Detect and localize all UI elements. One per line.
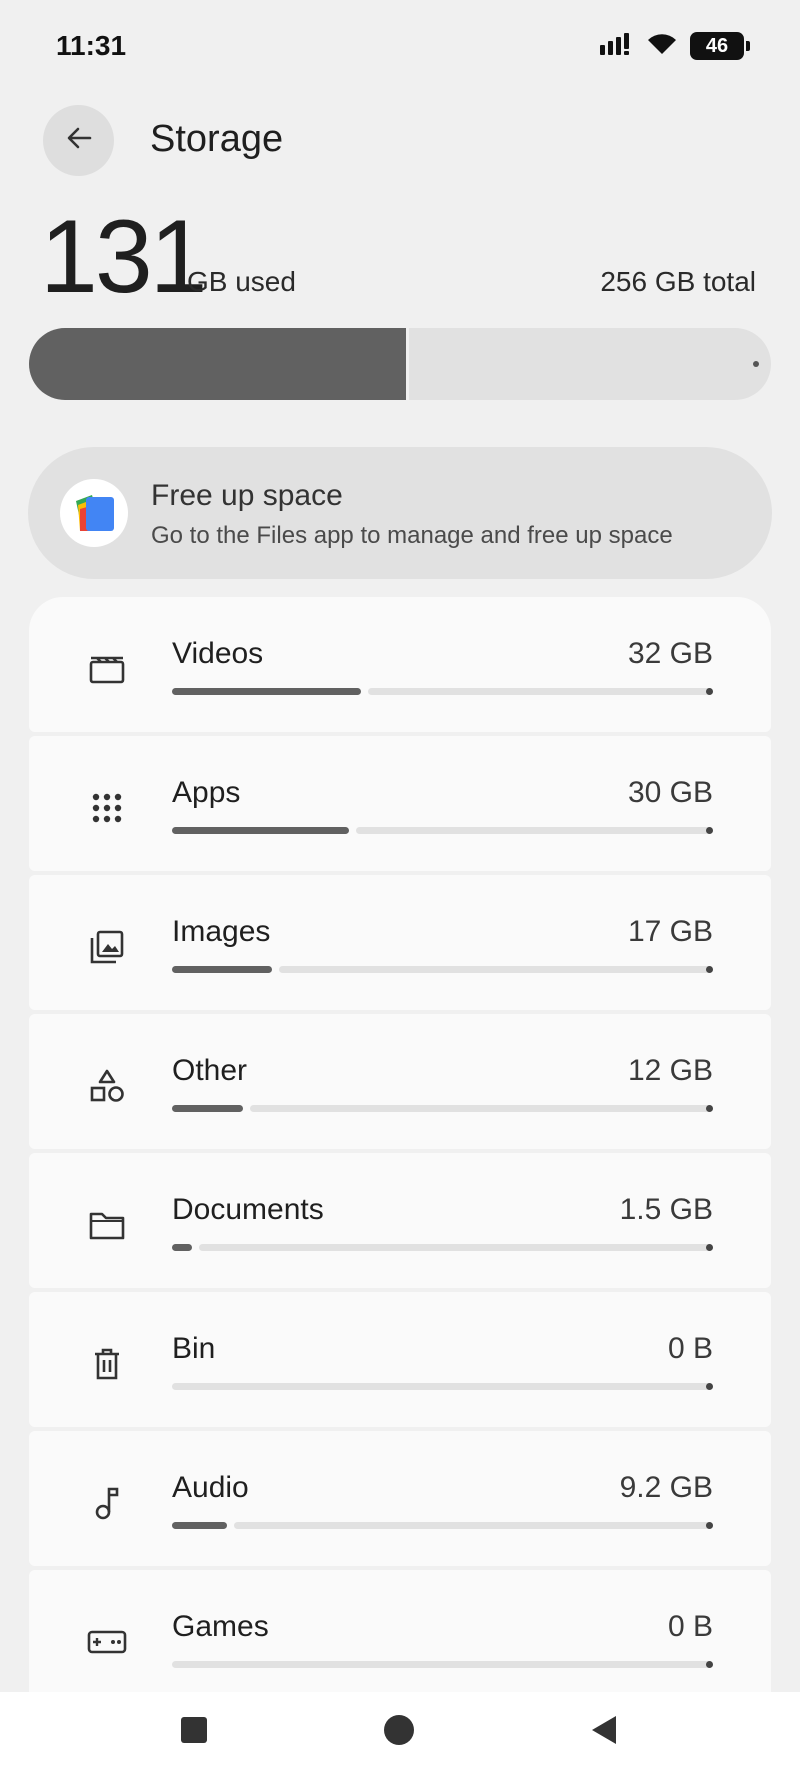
category-name: Bin	[172, 1332, 216, 1365]
folder-icon	[87, 1205, 127, 1245]
category-usage-track	[199, 1244, 713, 1251]
storage-usage-end-dot	[753, 361, 759, 367]
category-usage-end-dot	[706, 966, 713, 973]
category-usage-track	[172, 1661, 713, 1668]
total-label: 256 GB total	[600, 266, 756, 297]
category-usage-end-dot	[706, 1105, 713, 1112]
category-name: Games	[172, 1610, 269, 1643]
category-usage-track	[356, 827, 713, 834]
category-usage-fill	[172, 827, 349, 834]
category-row-videos[interactable]: Videos 32 GB	[29, 597, 771, 732]
wifi-icon	[646, 32, 678, 61]
category-size: 1.5 GB	[619, 1193, 713, 1226]
gamepad-icon	[87, 1622, 127, 1662]
category-usage-bar	[172, 1522, 713, 1529]
category-name: Images	[172, 915, 271, 948]
category-name: Videos	[172, 637, 264, 670]
category-usage-end-dot	[706, 1522, 713, 1529]
storage-usage-fill	[29, 328, 409, 400]
category-usage-fill	[172, 1522, 227, 1529]
category-name: Documents	[172, 1193, 324, 1226]
category-usage-bar	[172, 1383, 713, 1390]
category-usage-end-dot	[706, 688, 713, 695]
signal-icon	[600, 32, 634, 60]
category-usage-bar	[172, 827, 713, 834]
free-up-space-subtitle: Go to the Files app to manage and free u…	[151, 522, 673, 549]
apps-grid-icon	[87, 788, 127, 828]
recents-square-icon[interactable]	[181, 1717, 207, 1743]
category-name: Other	[172, 1054, 248, 1087]
category-usage-end-dot	[706, 1244, 713, 1251]
storage-usage-bar	[29, 328, 771, 400]
battery-icon: 46	[690, 32, 750, 60]
system-nav-bar	[0, 1692, 800, 1780]
category-usage-track	[279, 966, 713, 973]
category-usage-end-dot	[706, 1383, 713, 1390]
category-row-documents[interactable]: Documents 1.5 GB	[29, 1153, 771, 1288]
status-icons: 46	[600, 30, 750, 62]
page-title: Storage	[150, 118, 284, 160]
category-size: 9.2 GB	[619, 1471, 713, 1504]
files-app-icon	[60, 479, 128, 547]
category-row-apps[interactable]: Apps 30 GB	[29, 736, 771, 871]
category-usage-bar	[172, 966, 713, 973]
category-usage-end-dot	[706, 827, 713, 834]
category-name: Apps	[172, 776, 241, 809]
category-usage-track	[234, 1522, 713, 1529]
category-row-audio[interactable]: Audio 9.2 GB	[29, 1431, 771, 1566]
status-bar: 11:31 46	[0, 0, 800, 90]
category-usage-fill	[172, 1244, 192, 1251]
arrow-back-icon	[64, 123, 94, 158]
category-size: 0 B	[667, 1332, 713, 1365]
trash-icon	[87, 1344, 127, 1384]
category-usage-track	[172, 1383, 713, 1390]
video-clapper-icon	[87, 649, 127, 689]
category-usage-fill	[172, 966, 272, 973]
category-row-images[interactable]: Images 17 GB	[29, 875, 771, 1010]
category-usage-bar	[172, 1105, 713, 1112]
category-name: Audio	[172, 1471, 249, 1504]
category-usage-bar	[172, 688, 713, 695]
category-usage-bar	[172, 1244, 713, 1251]
music-note-icon	[87, 1483, 127, 1523]
category-size: 12 GB	[627, 1054, 713, 1087]
category-usage-bar	[172, 1661, 713, 1668]
category-usage-track	[250, 1105, 713, 1112]
back-button[interactable]	[43, 105, 114, 176]
category-row-games[interactable]: Games 0 B	[29, 1570, 771, 1705]
home-circle-icon[interactable]	[384, 1715, 414, 1745]
category-usage-fill	[172, 688, 361, 695]
category-usage-track	[368, 688, 713, 695]
category-usage-end-dot	[706, 1661, 713, 1668]
shapes-icon	[87, 1066, 127, 1106]
free-up-space-card[interactable]: Free up space Go to the Files app to man…	[28, 447, 772, 579]
image-gallery-icon	[87, 927, 127, 967]
category-size: 30 GB	[627, 776, 713, 809]
category-size: 17 GB	[627, 915, 713, 948]
category-row-other[interactable]: Other 12 GB	[29, 1014, 771, 1149]
battery-level: 46	[705, 34, 729, 57]
free-up-space-title: Free up space	[151, 479, 343, 512]
category-size: 0 B	[667, 1610, 713, 1643]
back-triangle-icon[interactable]	[590, 1714, 618, 1746]
category-usage-fill	[172, 1105, 243, 1112]
used-label: GB used	[187, 266, 296, 297]
storage-category-list: Videos 32 GB Apps 30 GB Images 17 GB Other 12 G…	[29, 597, 771, 1709]
status-time: 11:31	[56, 30, 127, 61]
used-value: 131	[40, 199, 208, 315]
category-row-bin[interactable]: Bin 0 B	[29, 1292, 771, 1427]
category-size: 32 GB	[627, 637, 713, 670]
